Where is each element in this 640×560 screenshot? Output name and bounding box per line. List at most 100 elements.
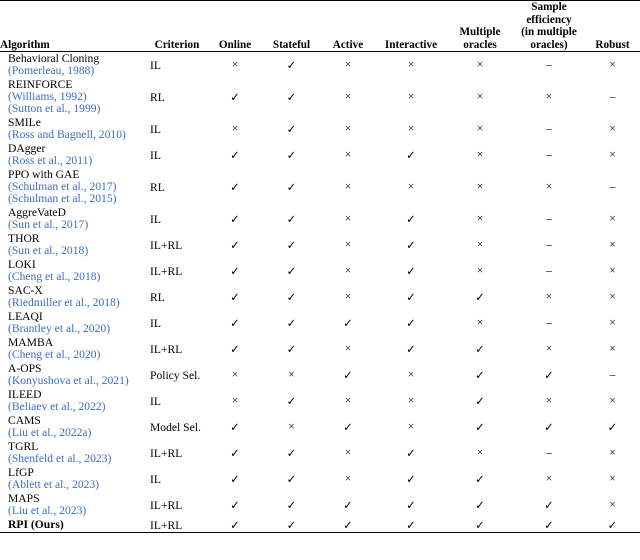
cell-sample-efficiency: – bbox=[513, 310, 585, 336]
cell-sample-efficiency: ✓ bbox=[513, 492, 585, 518]
table-row: MAMBA (Cheng et al., 2020) IL+RL ✓ ✓ × ✓ ✓ × × bbox=[0, 336, 640, 362]
cell-sample-efficiency: × bbox=[513, 78, 585, 116]
check-icon: ✓ bbox=[286, 150, 297, 163]
column-header-multiple-oracles: Multiple oracles bbox=[447, 0, 513, 53]
cell-online: × bbox=[208, 362, 262, 388]
dash-icon: – bbox=[546, 239, 552, 252]
cell-criterion: IL bbox=[150, 472, 161, 486]
cell-robust: × bbox=[585, 52, 640, 79]
citation-link[interactable]: (Liu et al., 2023) bbox=[8, 505, 146, 517]
table-row: ILEED (Beliaev et al., 2022) IL × ✓ × × ✓ × × bbox=[0, 388, 640, 414]
citation-link[interactable]: (Riedmiller et al., 2018) bbox=[8, 297, 146, 309]
citation-link[interactable]: (Ross et al., 2011) bbox=[8, 155, 146, 167]
column-header-active: Active bbox=[321, 0, 375, 53]
cell-algorithm: SAC-X (Riedmiller et al., 2018) bbox=[0, 284, 146, 310]
cell-multiple-oracles: ✓ bbox=[447, 414, 513, 440]
check-icon: ✓ bbox=[475, 344, 485, 357]
cell-criterion: IL bbox=[150, 212, 161, 226]
check-icon: ✓ bbox=[544, 370, 554, 383]
cell-multiple-oracles: × bbox=[447, 116, 513, 142]
table-row: SAC-X (Riedmiller et al., 2018) RL ✓ ✓ × ✓ ✓ × × bbox=[0, 284, 640, 310]
citation-link[interactable]: (Schulman et al., 2015) bbox=[8, 193, 146, 205]
cell-interactive: ✓ bbox=[375, 466, 447, 492]
cell-stateful: ✓ bbox=[262, 388, 321, 414]
cell-multiple-oracles: ✓ bbox=[447, 466, 513, 492]
cell-sample-efficiency: – bbox=[513, 142, 585, 168]
column-header-robust-label: Robust bbox=[595, 38, 630, 51]
cell-multiple-oracles: ✓ bbox=[447, 362, 513, 388]
cell-active: ✓ bbox=[321, 362, 375, 388]
cell-robust: × bbox=[585, 336, 640, 362]
cell-robust: × bbox=[585, 232, 640, 258]
dash-icon: – bbox=[609, 369, 616, 382]
citation-link[interactable]: (Konyushova et al., 2021) bbox=[8, 375, 146, 387]
cell-sample-efficiency: – bbox=[513, 232, 585, 258]
cell-interactive: ✓ bbox=[375, 310, 447, 336]
check-icon: ✓ bbox=[406, 448, 416, 461]
cell-online: ✓ bbox=[208, 142, 262, 168]
cell-algorithm: LfGP (Ablett et al., 2023) bbox=[0, 466, 146, 492]
citation-link[interactable]: (Brantley et al., 2020) bbox=[8, 323, 146, 335]
table-row: RPI (Ours) IL+RL ✓ ✓ ✓ ✓ ✓ ✓ ✓ bbox=[0, 518, 640, 534]
check-icon: ✓ bbox=[286, 344, 297, 357]
citation-link[interactable]: (Pomerleau, 1988) bbox=[8, 65, 146, 77]
cell-algorithm: SMILe (Ross and Bagnell, 2010) bbox=[0, 116, 146, 142]
cross-icon: × bbox=[609, 395, 616, 408]
cell-online: × bbox=[208, 388, 262, 414]
cross-icon: × bbox=[344, 181, 352, 194]
citation-link[interactable]: (Beliaev et al., 2022) bbox=[8, 401, 146, 413]
citation-link[interactable]: (Sun et al., 2018) bbox=[8, 245, 146, 257]
cell-stateful: ✓ bbox=[262, 142, 321, 168]
citation-link[interactable]: (Liu et al., 2022a) bbox=[8, 427, 146, 439]
cross-icon: × bbox=[476, 317, 484, 330]
column-header-robust: Robust bbox=[585, 0, 640, 53]
check-icon: ✓ bbox=[475, 370, 485, 383]
cell-active: × bbox=[321, 258, 375, 284]
cell-criterion: IL+RL bbox=[150, 342, 183, 356]
cross-icon: × bbox=[344, 213, 352, 226]
table-row: SMILe (Ross and Bagnell, 2010) IL × ✓ × × × – × bbox=[0, 116, 640, 142]
citation-link[interactable]: (Sutton et al., 1999) bbox=[8, 103, 146, 115]
cell-multiple-oracles: × bbox=[447, 258, 513, 284]
cross-icon: × bbox=[344, 91, 352, 104]
citation-link[interactable]: (Ross and Bagnell, 2010) bbox=[8, 129, 146, 141]
algorithm-comparison-table: Algorithm Criterion Online Stateful Acti… bbox=[0, 0, 640, 534]
column-header-multiple-oracles-line2: oracles bbox=[463, 38, 497, 51]
cell-online: ✓ bbox=[208, 206, 262, 232]
cross-icon: × bbox=[344, 123, 352, 136]
cell-online: ✓ bbox=[208, 258, 262, 284]
dash-icon: – bbox=[609, 181, 616, 194]
cross-icon: × bbox=[231, 59, 239, 72]
cell-sample-efficiency: × bbox=[513, 336, 585, 362]
citation-link[interactable]: (Cheng et al., 2018) bbox=[8, 271, 146, 283]
check-icon: ✓ bbox=[406, 214, 416, 227]
cell-robust: × bbox=[585, 310, 640, 336]
column-header-algorithm-label: Algorithm bbox=[0, 38, 50, 51]
check-icon: ✓ bbox=[230, 292, 240, 305]
cell-robust: × bbox=[585, 440, 640, 466]
cross-icon: × bbox=[609, 239, 616, 252]
check-icon: ✓ bbox=[286, 124, 297, 137]
table-row: TGRL (Shenfeld et al., 2023) IL+RL ✓ ✓ × ✓ × – × bbox=[0, 440, 640, 466]
cell-robust: × bbox=[585, 284, 640, 310]
check-icon: ✓ bbox=[286, 240, 297, 253]
cross-icon: × bbox=[609, 59, 616, 72]
citation-link[interactable]: (Ablett et al., 2023) bbox=[8, 479, 146, 491]
cross-icon: × bbox=[288, 369, 295, 382]
cross-icon: × bbox=[407, 395, 415, 408]
cell-algorithm: RPI (Ours) bbox=[0, 518, 146, 534]
check-icon: ✓ bbox=[286, 520, 297, 533]
check-icon: ✓ bbox=[406, 520, 416, 533]
cross-icon: × bbox=[344, 265, 352, 278]
cell-sample-efficiency: ✓ bbox=[513, 518, 585, 534]
cell-criterion: IL bbox=[150, 148, 161, 162]
cell-robust: × bbox=[585, 142, 640, 168]
cross-icon: × bbox=[545, 395, 553, 408]
cell-algorithm: ILEED (Beliaev et al., 2022) bbox=[0, 388, 146, 414]
citation-link[interactable]: (Sun et al., 2017) bbox=[8, 219, 146, 231]
citation-link[interactable]: (Shenfeld et al., 2023) bbox=[8, 453, 146, 465]
cross-icon: × bbox=[344, 343, 352, 356]
cell-interactive: ✓ bbox=[375, 518, 447, 534]
citation-link[interactable]: (Cheng et al., 2020) bbox=[8, 349, 146, 361]
cell-criterion: RL bbox=[150, 180, 165, 194]
